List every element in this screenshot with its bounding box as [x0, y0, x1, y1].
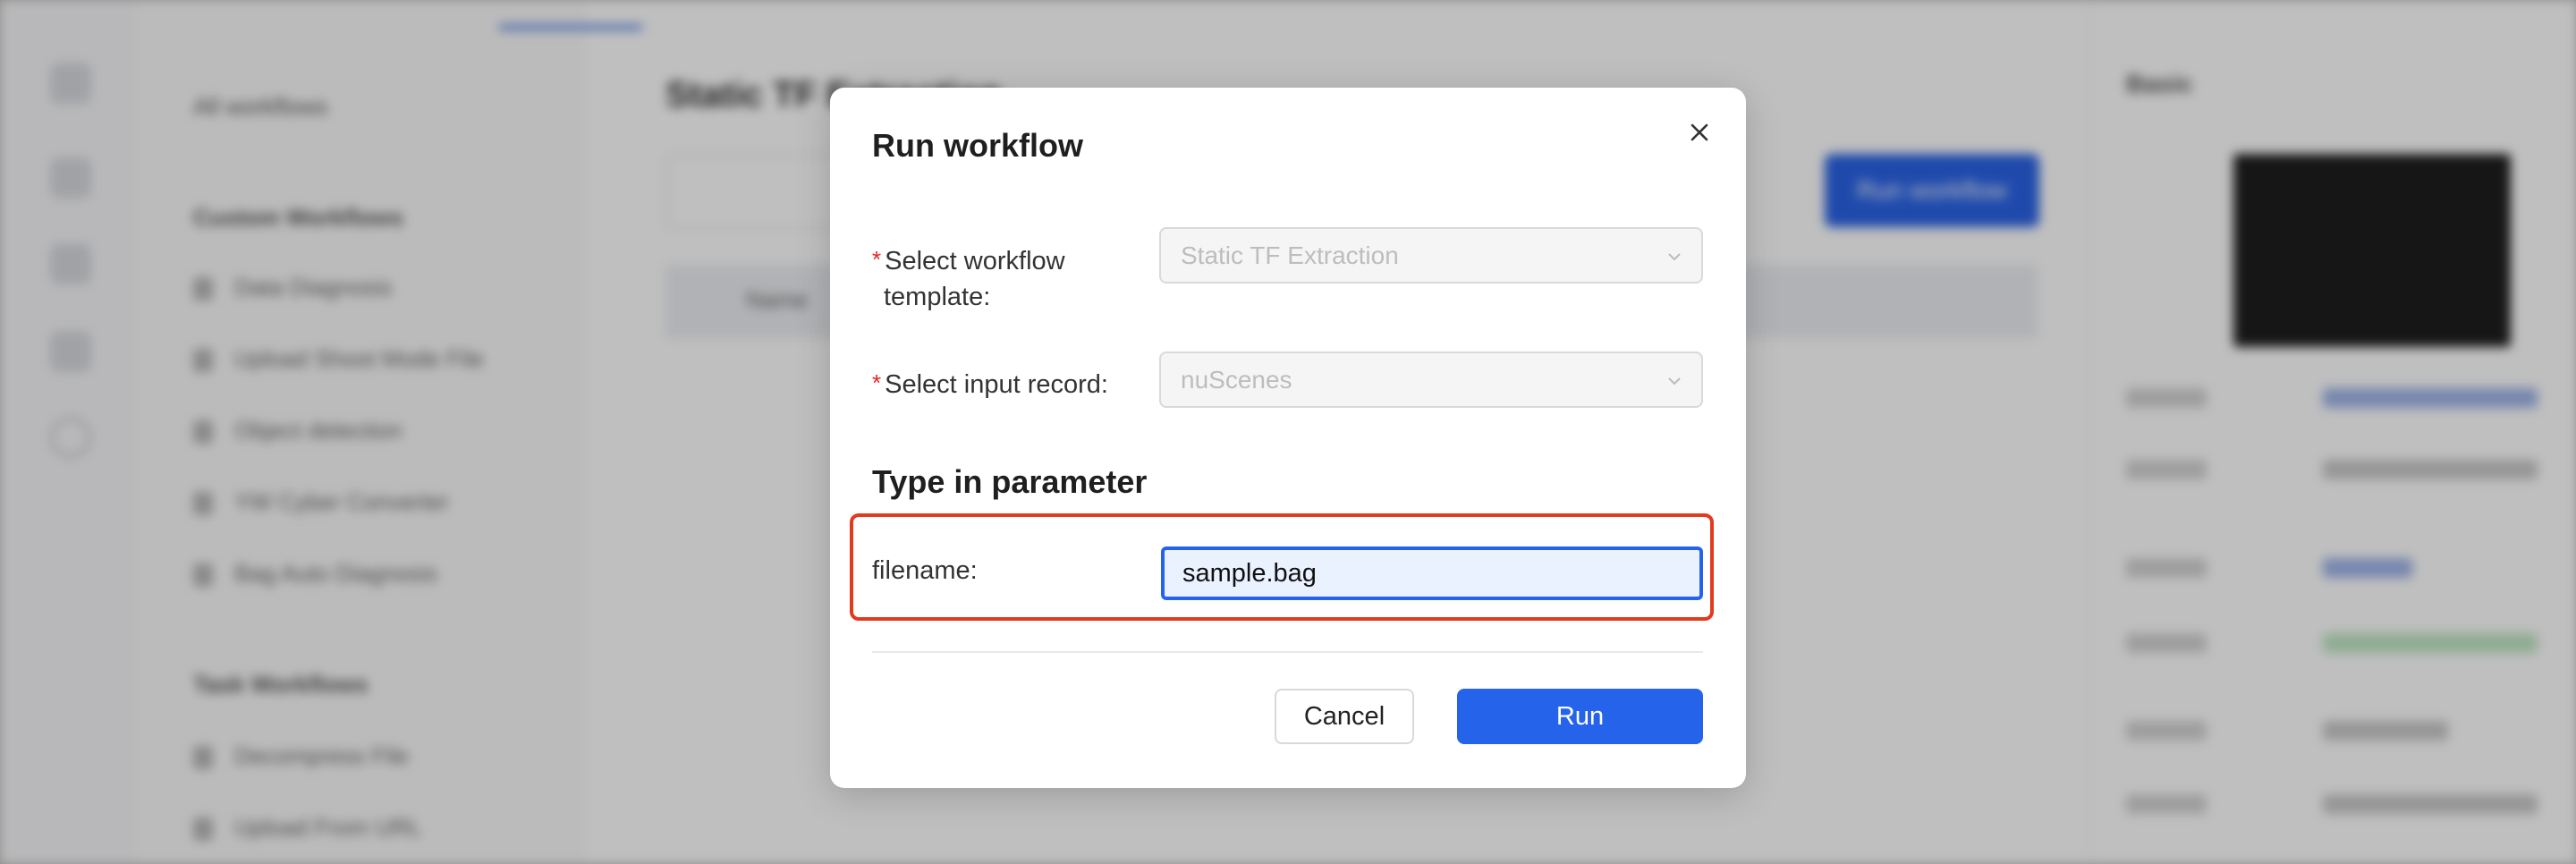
run-workflow-dialog: Run workflow * Select workflow template: …	[830, 88, 1746, 788]
input-record-select[interactable]: nuScenes	[1159, 352, 1703, 408]
record-label: * Select input record:	[872, 369, 1108, 399]
chevron-down-icon	[1668, 377, 1681, 385]
template-label: * Select workflow template:	[872, 246, 1065, 311]
workflow-template-select[interactable]: Static TF Extraction	[1159, 227, 1703, 284]
template-value: Static TF Extraction	[1181, 241, 1399, 269]
required-mark: *	[872, 246, 882, 273]
footer-divider	[872, 651, 1703, 653]
parameter-section-title: Type in parameter	[872, 463, 1148, 500]
run-button[interactable]: Run	[1457, 689, 1703, 744]
dialog-title: Run workflow	[872, 127, 1083, 164]
filename-input[interactable]	[1161, 546, 1703, 600]
close-icon[interactable]	[1684, 117, 1715, 148]
filename-label: filename:	[872, 556, 978, 585]
record-value: nuScenes	[1181, 366, 1292, 394]
cancel-button[interactable]: Cancel	[1275, 689, 1414, 744]
chevron-down-icon	[1668, 253, 1681, 261]
required-mark: *	[872, 369, 882, 396]
